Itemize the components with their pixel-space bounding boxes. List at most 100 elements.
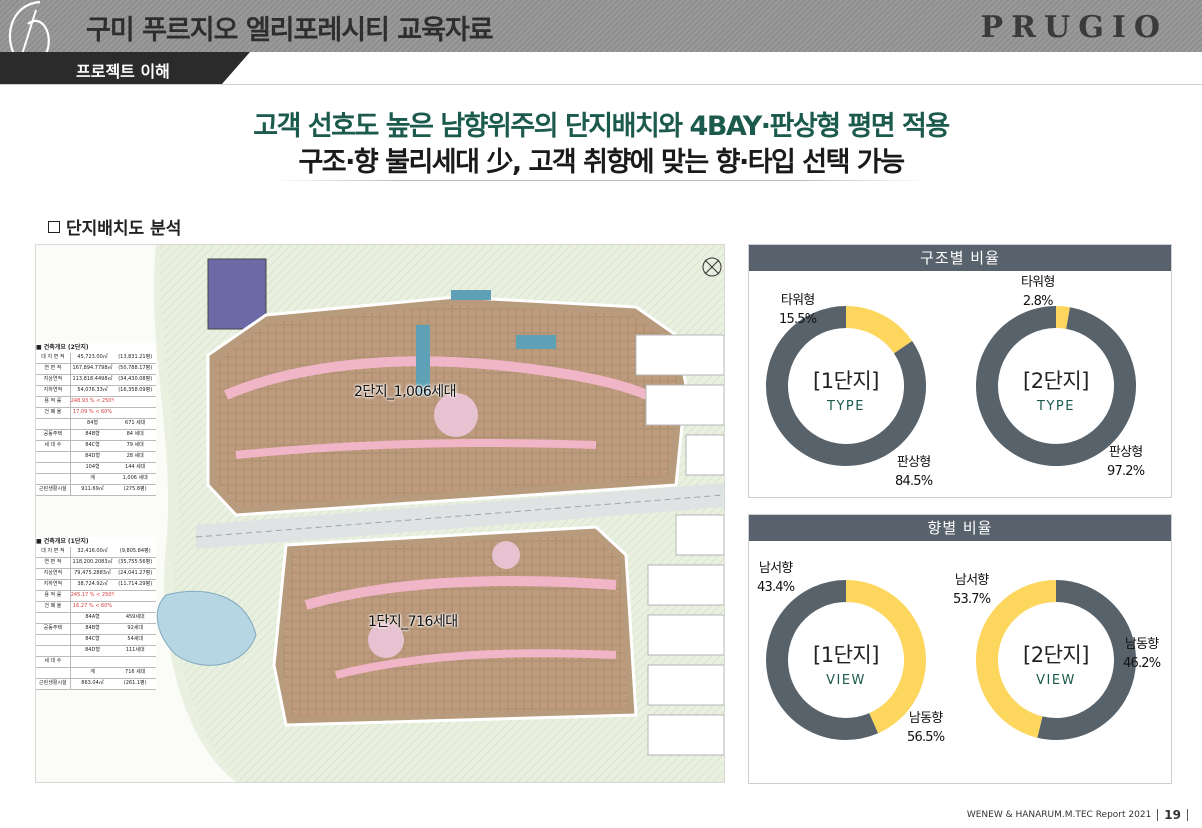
segment-name: 남동향 [1124,637,1159,652]
complex1-spec-title: ■ 건축개요 (1단지) [36,538,89,545]
structure-c2-flat-label: 판상형 97.2% [1107,443,1145,481]
donut-center-subtitle: TYPE [1037,399,1075,414]
donut-segment-1 [845,306,913,354]
segment-name: 타워형 [1021,275,1055,290]
segment-name: 판상형 [1108,445,1143,460]
page-footer: WENEW & HANARUM.M.TEC Report 2021 19 [967,808,1188,822]
brand-logo: PRUGIO [980,10,1168,45]
spec-row: 계 716 세대 [36,668,156,679]
donut-center-subtitle: TYPE [827,399,865,414]
spec-cell: (34,430.08평) [118,376,153,382]
spec-row: 지상연적 79,475.2883㎡ (24,041.27평) [36,569,156,580]
spec-cell: 113,818.4498㎡ [72,376,113,382]
spec-cell: 지하연적 [36,386,71,396]
checkbox-bullet-icon [48,220,60,233]
complex1-spec-table: ■ 건축개요 (1단지) 대 지 면 적 32,416.00㎡ (9,805.84평… [36,537,156,690]
spec-cell: 근린생활시설 [36,679,71,689]
structure-donut-complex2-center: [2단지] TYPE [996,365,1116,414]
segment-value: 84.5% [895,474,933,489]
spec-row: 84A형 459세대 [36,613,156,624]
spec-cell: 671 세대 [125,420,146,426]
spec-row: 연 면 적 167,894.7798㎡ (50,788.17평) [36,364,156,375]
spec-cell: (50,788.17평) [118,365,153,371]
segment-value: 43.4% [757,580,795,595]
spec-cell [36,646,71,656]
spec-cell: 84D형 [85,647,100,653]
spec-row: 용 적 률 245.17 % < 250% [36,591,156,602]
orientation-c2-se-label: 남동향 46.2% [1123,635,1161,673]
spec-row: 대 지 면 적 45,723.00㎡ (13,831.21평) [36,353,156,364]
orientation-c2-sw-label: 남서향 53.7% [953,571,991,609]
spec-cell: 84B형 [85,625,100,631]
spec-row: 84D형 111세대 [36,646,156,657]
segment-value: 15.5% [779,312,817,327]
spec-cell [36,668,71,678]
spec-cell: 세 대 수 [36,441,71,451]
spec-cell: (11,714.29평) [118,581,153,587]
structure-c1-flat-label: 판상형 84.5% [895,453,933,491]
spec-cell [36,452,71,462]
spec-row: 공동주택 84B형 92세대 [36,624,156,635]
document-title: 구미 푸르지오 엘리포레시티 교육자료 [86,15,494,46]
spec-cell [36,635,71,645]
segment-value: 2.8% [1022,294,1054,309]
complex2-spec-title: ■ 건축개요 (2단지) [36,344,89,351]
spec-cell: 863.04㎡ [81,680,104,686]
spec-row: 공동주택 84B형 84 세대 [36,430,156,441]
spec-row: 연 면 적 118,200.2083㎡ (35,755.56평) [36,558,156,569]
spec-cell: 144 세대 [125,464,146,470]
spec-cell: 세 대 수 [36,657,71,667]
footer-separator [1157,809,1159,821]
spec-cell: 38,724.92㎡ [77,581,108,587]
section-tab-label: 프로젝트 이해 [76,62,170,81]
orientation-c1-sw-label: 남서향 43.4% [757,559,795,597]
spec-row: 지하연적 38,724.92㎡ (11,714.29평) [36,580,156,591]
spec-cell: (16,358.09평) [118,387,153,393]
footer-separator [1187,809,1188,821]
spec-row: 104형 144 세대 [36,463,156,474]
spec-cell: 28 세대 [126,453,144,459]
spec-cell [114,591,156,601]
spec-cell: (24,041.27평) [118,570,153,576]
spec-row: 용 적 률 248.93 % < 250% [36,397,156,408]
spec-cell: 84D형 [85,453,100,459]
spec-cell: 계 [90,475,95,481]
spec-cell: 1,006 세대 [122,475,148,481]
spec-cell: 17.09 % < 60% [72,409,113,415]
spec-cell: 공동주택 [36,624,71,634]
spec-cell [36,419,71,429]
spec-row: 84C형 54세대 [36,635,156,646]
donut-segment-1 [1055,306,1071,329]
spec-row: 근린생활시설 911.69㎡ (275.8평) [36,485,156,496]
spec-cell: 104형 [85,464,100,470]
headline-primary: 고객 선호도 높은 남향위주의 단지배치와 4BAY·판상형 평면 적용 [253,111,950,142]
spec-row: 세 대 수 [36,657,156,668]
spec-cell: 대 지 면 적 [36,353,71,363]
complex1-spec-rows: 대 지 면 적 32,416.00㎡ (9,805.84평) 연 면 적 118,200… [36,547,156,690]
spec-cell [114,657,156,667]
complex2-label: 2단지_1,006세대 [354,384,457,400]
spec-row: 지하연적 54,076.33㎡ (16,358.09평) [36,386,156,397]
orientation-donut-complex2-center: [2단지] VIEW [996,639,1116,688]
spec-row: 지상연적 113,818.4498㎡ (34,430.08평) [36,375,156,386]
structure-donut-complex1-center: [1단지] TYPE [786,365,906,414]
spec-cell: 84A형 [85,614,100,620]
donut-center-title: [2단지] [1023,643,1089,667]
complex1-label: 1단지_716세대 [368,614,458,630]
spec-cell: 911.69㎡ [81,486,104,492]
spec-cell: (9,805.84평) [119,548,151,554]
spec-cell: 용 적 률 [36,397,71,407]
header-divider [0,84,1202,85]
structure-ratio-panel: 구조별 비율 [1단지] TYPE 타워형 15.5% 판상형 84.5% [2… [748,244,1172,498]
segment-value: 53.7% [953,592,991,607]
spec-cell: 459세대 [125,614,145,620]
donut-center-subtitle: VIEW [826,673,866,688]
site-plan-subheading: 단지배치도 분석 [48,214,181,239]
footer-report-name: WENEW & HANARUM.M.TEC Report 2021 [966,810,1152,820]
donut-center-title: [1단지] [813,643,879,667]
spec-cell [36,613,71,623]
site-plan-map: ■ 건축개요 (2단지) 대 지 면 적 45,723.00㎡ (13,831.21… [35,244,725,783]
spec-row: 84D형 28 세대 [36,452,156,463]
spec-cell [71,657,115,667]
segment-value: 56.5% [907,730,945,745]
